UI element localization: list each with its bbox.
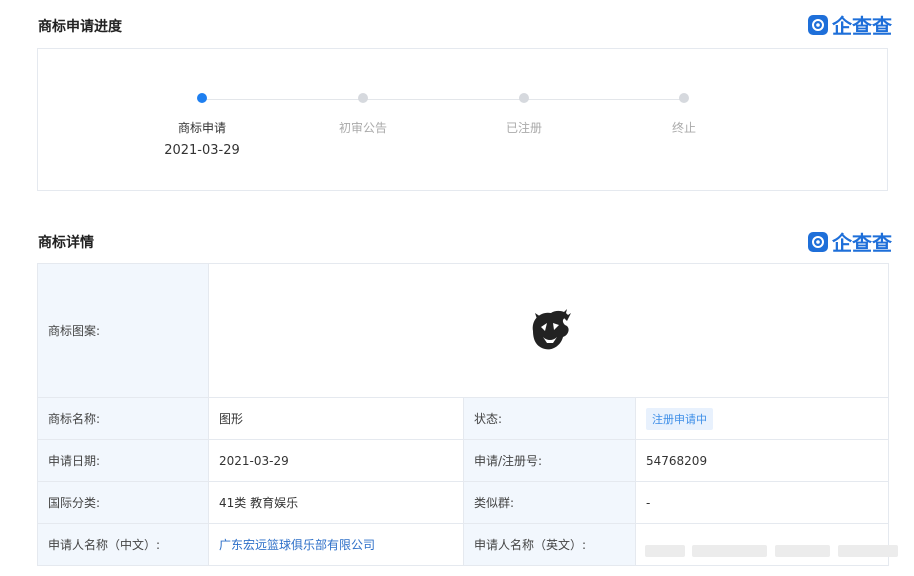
table-row: 申请日期: 2021-03-29 申请/注册号: 54768209	[37, 439, 890, 482]
row-key: 类似群:	[463, 481, 636, 524]
row-value: 54768209	[634, 439, 890, 482]
step-label: 已注册	[505, 121, 542, 135]
applicant-name-link[interactable]: 广东宏远篮球俱乐部有限公司	[219, 538, 375, 552]
blurred-watermark	[838, 545, 898, 557]
brand-name: 企查查	[832, 14, 892, 38]
step-trademark-application: 商标申请 2021-03-29	[142, 93, 262, 158]
details-section-title: 商标详情	[38, 235, 94, 251]
step-date: 2021-03-29	[164, 143, 240, 158]
qichacha-logo-icon	[808, 14, 828, 35]
qichacha-brand-logo: 企查查	[808, 227, 892, 256]
step-label: 商标申请	[177, 121, 226, 135]
row-key: 商标名称:	[37, 397, 209, 440]
progress-card: 商标申请 2021-03-29 初审公告 已注册 终止	[37, 48, 888, 191]
row-key: 申请日期:	[37, 439, 209, 482]
blurred-watermark	[692, 545, 767, 557]
progress-line	[202, 99, 684, 100]
status-badge: 注册申请中	[646, 407, 713, 430]
step-dot-active	[197, 93, 207, 103]
trademark-pattern-cell	[207, 263, 890, 398]
table-row: 商标名称: 图形 状态: 注册申请中	[37, 397, 890, 440]
trademark-tiger-logo-image	[532, 309, 571, 350]
row-key: 申请/注册号:	[463, 439, 636, 482]
row-key: 国际分类:	[37, 481, 209, 524]
row-value: 图形	[208, 397, 464, 440]
blurred-watermark	[645, 545, 685, 557]
status-cell: 注册申请中	[634, 397, 890, 440]
row-key: 申请人名称（英文）:	[463, 523, 636, 566]
step-label: 终止	[671, 121, 696, 135]
blurred-watermark	[775, 545, 830, 557]
step-dot	[358, 93, 368, 103]
table-row: 国际分类: 41类 教育娱乐 类似群: -	[37, 481, 890, 524]
row-value: 41类 教育娱乐	[208, 481, 464, 524]
row-value: -	[634, 481, 890, 524]
qichacha-brand-logo: 企查查	[808, 10, 892, 39]
pattern-label: 商标图案:	[37, 263, 209, 398]
step-dot	[679, 93, 689, 103]
qichacha-logo-icon	[808, 231, 828, 252]
step-terminated: 终止	[624, 93, 744, 136]
row-value: 2021-03-29	[208, 439, 464, 482]
table-row: 商标图案:	[37, 263, 890, 398]
step-preliminary-announcement: 初审公告	[303, 93, 423, 136]
step-registered: 已注册	[464, 93, 584, 136]
step-dot	[519, 93, 529, 103]
row-key: 状态:	[463, 397, 636, 440]
brand-name: 企查查	[832, 231, 892, 255]
row-key: 申请人名称（中文）:	[37, 523, 209, 566]
progress-section-title: 商标申请进度	[38, 19, 122, 35]
applicant-name-cn-cell: 广东宏远篮球俱乐部有限公司	[208, 523, 464, 566]
step-label: 初审公告	[338, 121, 387, 135]
trademark-detail-table: 商标图案: 商标名称: 图形 状态: 注册申请中 申请日期: 2021-03-2…	[37, 263, 890, 566]
